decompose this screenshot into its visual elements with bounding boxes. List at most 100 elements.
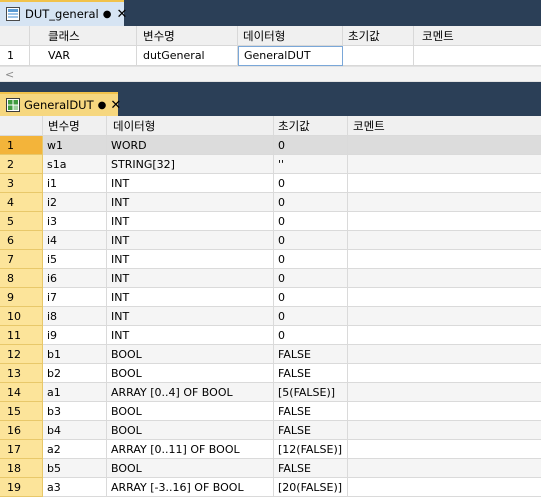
horizontal-scrollbar[interactable]: < (0, 66, 541, 82)
variable-name-cell[interactable]: b2 (43, 364, 107, 383)
variable-name-cell[interactable]: dutGeneral (137, 46, 238, 66)
variable-name-cell[interactable]: s1a (43, 155, 107, 174)
data-type-cell[interactable]: INT (107, 174, 274, 193)
data-type-cell[interactable]: BOOL (107, 345, 274, 364)
comment-cell[interactable] (348, 193, 541, 212)
data-type-cell[interactable]: INT (107, 326, 274, 345)
comment-cell[interactable] (348, 478, 541, 497)
table-row[interactable]: 2 s1a STRING[32] '' (0, 155, 541, 174)
comment-cell[interactable] (348, 155, 541, 174)
data-type-cell[interactable]: BOOL (107, 402, 274, 421)
comment-cell[interactable] (348, 269, 541, 288)
variable-name-cell[interactable]: a1 (43, 383, 107, 402)
header-data-type[interactable]: 데이터형 (107, 116, 274, 136)
initial-value-cell[interactable]: FALSE (274, 345, 348, 364)
initial-value-cell[interactable]: FALSE (274, 364, 348, 383)
table-row[interactable]: 1 VAR dutGeneral GeneralDUT (0, 46, 541, 66)
header-variable-name[interactable]: 변수명 (43, 116, 107, 136)
header-comment[interactable]: 코멘트 (414, 26, 541, 46)
initial-value-cell[interactable]: 0 (274, 174, 348, 193)
variable-name-cell[interactable]: i5 (43, 250, 107, 269)
table-row[interactable]: 11 i9 INT 0 (0, 326, 541, 345)
comment-cell[interactable] (348, 383, 541, 402)
variable-name-cell[interactable]: w1 (43, 136, 107, 155)
comment-cell[interactable] (348, 364, 541, 383)
data-type-cell[interactable]: INT (107, 231, 274, 250)
table-row[interactable]: 5 i3 INT 0 (0, 212, 541, 231)
tab-general-dut[interactable]: GeneralDUT ● ✕ (0, 92, 121, 116)
comment-cell[interactable] (348, 136, 541, 155)
data-type-cell[interactable]: INT (107, 288, 274, 307)
initial-value-cell[interactable] (343, 46, 414, 66)
table-row[interactable]: 9 i7 INT 0 (0, 288, 541, 307)
comment-cell[interactable] (348, 459, 541, 478)
initial-value-cell[interactable]: 0 (274, 326, 348, 345)
variable-name-cell[interactable]: i3 (43, 212, 107, 231)
initial-value-cell[interactable]: FALSE (274, 421, 348, 440)
table-row[interactable]: 13 b2 BOOL FALSE (0, 364, 541, 383)
initial-value-cell[interactable]: 0 (274, 288, 348, 307)
table-row[interactable]: 16 b4 BOOL FALSE (0, 421, 541, 440)
header-initial-value[interactable]: 초기값 (274, 116, 348, 136)
data-type-cell[interactable]: BOOL (107, 421, 274, 440)
data-type-cell[interactable]: STRING[32] (107, 155, 274, 174)
table-row[interactable]: 15 b3 BOOL FALSE (0, 402, 541, 421)
initial-value-cell[interactable]: FALSE (274, 402, 348, 421)
initial-value-cell[interactable]: 0 (274, 136, 348, 155)
variable-name-cell[interactable]: a2 (43, 440, 107, 459)
data-type-cell[interactable]: INT (107, 193, 274, 212)
initial-value-cell[interactable]: [5(FALSE)] (274, 383, 348, 402)
table-row[interactable]: 12 b1 BOOL FALSE (0, 345, 541, 364)
variable-name-cell[interactable]: b1 (43, 345, 107, 364)
data-type-cell[interactable]: WORD (107, 136, 274, 155)
initial-value-cell[interactable]: 0 (274, 193, 348, 212)
variable-name-cell[interactable]: i2 (43, 193, 107, 212)
data-type-cell[interactable]: INT (107, 307, 274, 326)
variable-name-cell[interactable]: b4 (43, 421, 107, 440)
data-type-cell[interactable]: ARRAY [-3..16] OF BOOL (107, 478, 274, 497)
data-type-cell[interactable]: INT (107, 212, 274, 231)
table-row[interactable]: 1 w1 WORD 0 (0, 136, 541, 155)
table-row[interactable]: 8 i6 INT 0 (0, 269, 541, 288)
close-icon[interactable]: ✕ (117, 7, 128, 22)
header-data-type[interactable]: 데이터형 (238, 26, 343, 46)
comment-cell[interactable] (348, 288, 541, 307)
variable-name-cell[interactable]: b5 (43, 459, 107, 478)
table-row[interactable]: 19 a3 ARRAY [-3..16] OF BOOL [20(FALSE)] (0, 478, 541, 497)
header-initial-value[interactable]: 초기값 (343, 26, 414, 46)
header-class[interactable]: 클래스 (30, 26, 137, 46)
header-variable-name[interactable]: 변수명 (137, 26, 238, 46)
initial-value-cell[interactable]: 0 (274, 269, 348, 288)
data-type-cell[interactable]: ARRAY [0..4] OF BOOL (107, 383, 274, 402)
comment-cell[interactable] (348, 326, 541, 345)
variable-name-cell[interactable]: b3 (43, 402, 107, 421)
initial-value-cell[interactable]: 0 (274, 250, 348, 269)
comment-cell[interactable] (348, 345, 541, 364)
data-type-cell[interactable]: GeneralDUT (238, 46, 343, 66)
initial-value-cell[interactable]: 0 (274, 212, 348, 231)
data-type-cell[interactable]: BOOL (107, 459, 274, 478)
comment-cell[interactable] (348, 212, 541, 231)
comment-cell[interactable] (348, 250, 541, 269)
table-row[interactable]: 7 i5 INT 0 (0, 250, 541, 269)
initial-value-cell[interactable]: FALSE (274, 459, 348, 478)
close-icon[interactable]: ✕ (110, 98, 121, 113)
table-row[interactable]: 10 i8 INT 0 (0, 307, 541, 326)
comment-cell[interactable] (348, 307, 541, 326)
initial-value-cell[interactable]: '' (274, 155, 348, 174)
variable-name-cell[interactable]: i8 (43, 307, 107, 326)
initial-value-cell[interactable]: [12(FALSE)] (274, 440, 348, 459)
data-type-cell[interactable]: ARRAY [0..11] OF BOOL (107, 440, 274, 459)
class-cell[interactable]: VAR (30, 46, 137, 66)
table-row[interactable]: 17 a2 ARRAY [0..11] OF BOOL [12(FALSE)] (0, 440, 541, 459)
comment-cell[interactable] (348, 421, 541, 440)
variable-name-cell[interactable]: i7 (43, 288, 107, 307)
comment-cell[interactable] (348, 402, 541, 421)
header-comment[interactable]: 코멘트 (348, 116, 541, 136)
variable-name-cell[interactable]: i4 (43, 231, 107, 250)
data-type-cell[interactable]: INT (107, 269, 274, 288)
table-row[interactable]: 18 b5 BOOL FALSE (0, 459, 541, 478)
table-row[interactable]: 4 i2 INT 0 (0, 193, 541, 212)
variable-name-cell[interactable]: a3 (43, 478, 107, 497)
variable-name-cell[interactable]: i6 (43, 269, 107, 288)
